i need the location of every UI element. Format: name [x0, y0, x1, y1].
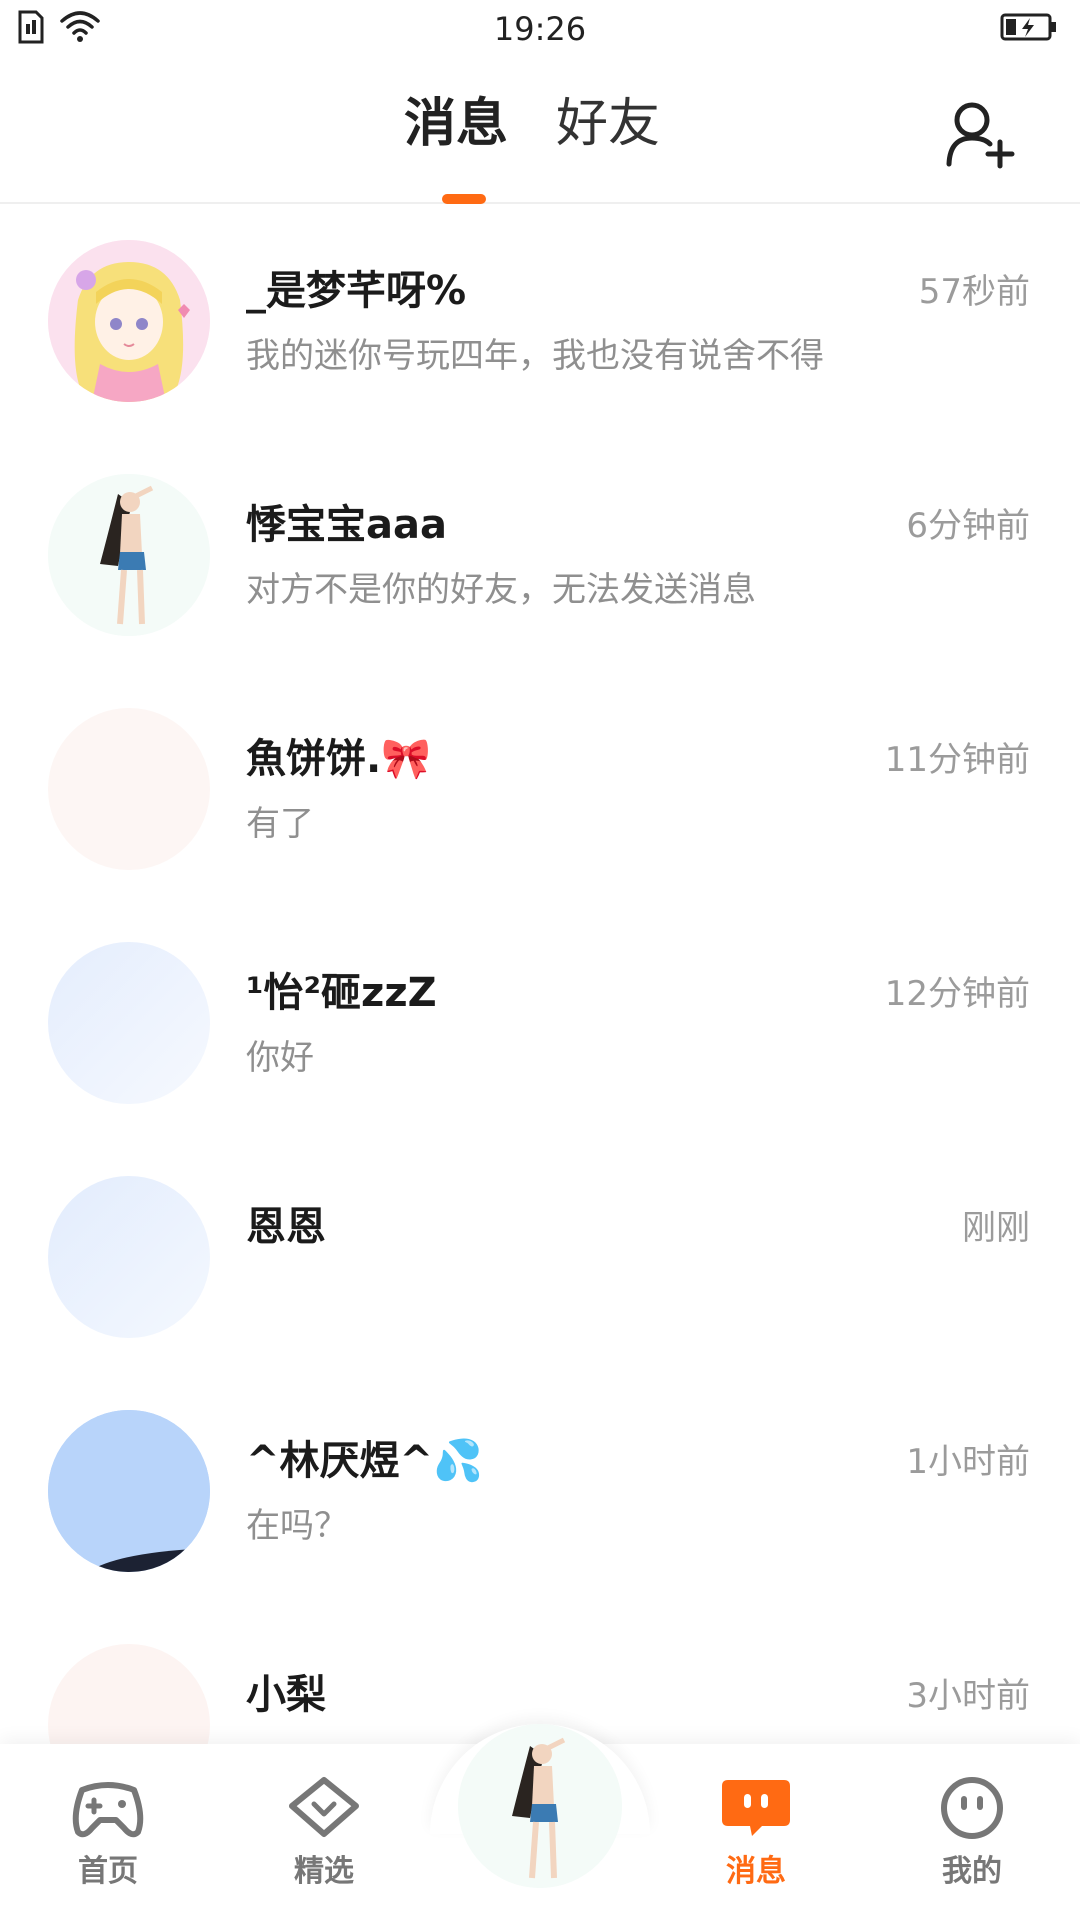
- conversation-list: _是梦芊呀% 57秒前 我的迷你号玩四年，我也没有说舍不得 悸宝宝aaa 6分钟…: [0, 206, 1080, 1746]
- conversation-time: 57秒前: [918, 272, 1030, 312]
- bottom-nav: 首页 精选 消息 我的: [0, 1724, 1080, 1920]
- girl-figure-avatar-image: [458, 1724, 622, 1888]
- tab-bar: 消息 好友: [0, 98, 1080, 150]
- nav-profile[interactable]: 我的: [902, 1776, 1042, 1890]
- conversation-item[interactable]: _是梦芊呀% 57秒前 我的迷你号玩四年，我也没有说舍不得: [0, 206, 1080, 440]
- conversation-time: 12分钟前: [884, 974, 1030, 1014]
- conversation-preview: 有了: [246, 804, 314, 844]
- conversation-time: 3小时前: [906, 1676, 1030, 1716]
- conversation-item[interactable]: 悸宝宝aaa 6分钟前 对方不是你的好友，无法发送消息: [0, 440, 1080, 674]
- active-tab-indicator: [442, 194, 486, 204]
- nav-label: 我的: [942, 1854, 1002, 1889]
- conversation-time: 6分钟前: [906, 506, 1030, 546]
- conversation-time: 刚刚: [962, 1208, 1030, 1248]
- status-time: 19:26: [493, 10, 587, 48]
- conversation-time: 1小时前: [906, 1442, 1030, 1482]
- nav-featured[interactable]: 精选: [254, 1776, 394, 1890]
- tab-messages[interactable]: 消息: [404, 98, 508, 150]
- sky-avatar-image: [48, 1410, 210, 1572]
- conversation-name: ¹怡²砸zzZ: [246, 970, 437, 1016]
- conversation-preview: 对方不是你的好友，无法发送消息: [246, 570, 756, 610]
- avatar[interactable]: [48, 708, 210, 870]
- status-bar: 19:26: [0, 0, 1080, 58]
- avatar[interactable]: [48, 240, 210, 402]
- conversation-name: 悸宝宝aaa: [246, 502, 447, 548]
- battery-charging-icon: [1000, 13, 1056, 41]
- conversation-name: ^林厌煜^💦: [246, 1438, 483, 1484]
- conversation-preview: 你好: [246, 1038, 314, 1078]
- gamepad-icon: [72, 1782, 144, 1838]
- avatar[interactable]: [48, 1410, 210, 1572]
- conversation-preview: 我的迷你号玩四年，我也没有说舍不得: [246, 336, 824, 376]
- conversation-name: 小梨: [246, 1672, 326, 1718]
- nav-label: 消息: [726, 1854, 786, 1889]
- conversation-time: 11分钟前: [884, 740, 1030, 780]
- status-right: [1000, 12, 1058, 46]
- avatar[interactable]: [48, 474, 210, 636]
- conversation-item[interactable]: ¹怡²砸zzZ 12分钟前 你好: [0, 908, 1080, 1142]
- tab-friends[interactable]: 好友: [556, 98, 660, 150]
- nav-messages[interactable]: 消息: [686, 1776, 826, 1890]
- avatar[interactable]: [48, 1644, 210, 1746]
- conversation-name: 魚饼饼.🎀: [246, 736, 431, 782]
- header: 消息 好友: [0, 58, 1080, 204]
- nav-label: 精选: [294, 1854, 354, 1889]
- conversation-name: 恩恩: [246, 1204, 326, 1250]
- face-icon: [941, 1777, 1003, 1839]
- nav-label: 首页: [78, 1854, 138, 1889]
- message-icon: [722, 1780, 790, 1836]
- conversation-name: _是梦芊呀%: [246, 268, 467, 314]
- conversation-preview: 在吗？: [246, 1506, 348, 1546]
- girl-figure-avatar-image: [48, 474, 210, 636]
- add-user-icon[interactable]: [944, 98, 1016, 170]
- heart-chat-icon: [289, 1777, 359, 1837]
- conversation-item[interactable]: ^林厌煜^💦 1小时前 在吗？: [0, 1376, 1080, 1610]
- avatar[interactable]: [48, 1176, 210, 1338]
- conversation-item[interactable]: 魚饼饼.🎀 11分钟前 有了: [0, 674, 1080, 908]
- center-avatar-button[interactable]: [458, 1724, 622, 1888]
- avatar[interactable]: [48, 942, 210, 1104]
- nav-home[interactable]: 首页: [38, 1776, 178, 1890]
- conversation-item[interactable]: 恩恩 刚刚: [0, 1142, 1080, 1376]
- anime-girl-avatar-image: [48, 240, 210, 402]
